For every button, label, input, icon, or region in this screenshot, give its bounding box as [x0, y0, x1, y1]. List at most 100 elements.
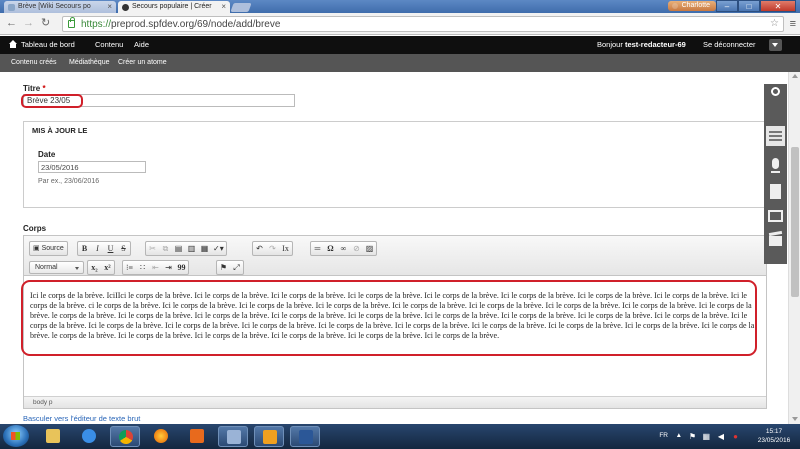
numbered-list-icon[interactable]: ⁝≡: [123, 261, 136, 274]
editor-body[interactable]: Ici le corps de la brève. IciIIci le cor…: [30, 291, 758, 341]
maximize-button[interactable]: □: [738, 0, 760, 12]
flag-icon[interactable]: ⚑: [217, 261, 230, 274]
minimize-button[interactable]: –: [716, 0, 738, 12]
underline-button[interactable]: U: [104, 242, 117, 255]
rich-text-editor: ▣ Source B I U S ✂ ⧉ ▤ ▥ ▦ ✓▾ ↶ ↷ Ix ═ Ω…: [23, 235, 767, 409]
browser-user-badge[interactable]: Charlotte: [667, 1, 716, 11]
taskbar-chrome[interactable]: [110, 426, 140, 447]
scroll-down-icon[interactable]: [792, 417, 798, 421]
back-arrow-icon[interactable]: ←: [6, 17, 17, 29]
media-player-icon: [190, 429, 204, 443]
side-tools-panel: [764, 84, 787, 264]
insert-group: ═ Ω ∞ ⊘ ▨: [310, 241, 377, 256]
indent-icon[interactable]: ⇥: [162, 261, 175, 274]
redo-icon[interactable]: ↷: [266, 242, 279, 255]
outlook-icon: [263, 430, 277, 444]
italic-button[interactable]: I: [91, 242, 104, 255]
source-button[interactable]: ▣ Source: [30, 242, 67, 255]
browser-tab-strip: Brève [Wiki Secours po × Secours populai…: [0, 0, 800, 13]
taskbar-firefox[interactable]: [146, 426, 176, 447]
source-group: ▣ Source: [29, 241, 68, 256]
fieldset-legend: MIS À JOUR LE: [32, 126, 88, 135]
tray-expand-icon[interactable]: ▲: [676, 432, 682, 439]
maximize-icon[interactable]: ⤢: [230, 261, 243, 274]
body-label: Corps: [23, 224, 47, 233]
close-window-button[interactable]: ✕: [760, 0, 796, 12]
address-bar[interactable]: https://preprod.spfdev.org/69/node/add/b…: [62, 16, 784, 32]
list-view-icon[interactable]: [766, 126, 785, 146]
elements-path: body p: [24, 396, 766, 408]
shortcut-create-atom[interactable]: Créer un atome: [118, 57, 167, 69]
title-input[interactable]: [23, 94, 295, 107]
switch-plain-text-link[interactable]: Basculer vers l'éditeur de texte brut: [23, 414, 140, 423]
start-button[interactable]: [3, 425, 29, 447]
audio-mic-icon[interactable]: [766, 156, 785, 176]
scroll-thumb[interactable]: [791, 147, 799, 297]
chrome-menu-icon[interactable]: ≡: [790, 18, 796, 30]
volume-icon[interactable]: ◀: [718, 432, 724, 441]
copy-icon[interactable]: ⧉: [159, 242, 172, 255]
taskbar-app[interactable]: [218, 426, 248, 447]
url-path: preprod.spfdev.org/69/node/add/breve: [111, 19, 281, 30]
taskbar-outlook[interactable]: [254, 426, 284, 447]
scroll-up-icon[interactable]: [792, 74, 798, 78]
extra-group: ⚑ ⤢: [216, 260, 244, 275]
shortcut-content-created[interactable]: Contenu créés: [11, 57, 57, 69]
toggle-circle-icon[interactable]: [771, 87, 780, 96]
superscript-icon[interactable]: x²: [101, 261, 114, 274]
link-icon[interactable]: ∞: [337, 242, 350, 255]
clock[interactable]: 15:17 23/05/2016: [756, 427, 792, 445]
spellcheck-icon[interactable]: ✓▾: [211, 242, 226, 255]
shortcuts-toggle-button[interactable]: [769, 39, 782, 51]
paste-word-icon[interactable]: ▦: [198, 242, 211, 255]
strikethrough-button[interactable]: S: [117, 242, 130, 255]
video-clapper-icon[interactable]: [766, 230, 785, 250]
forward-arrow-icon[interactable]: →: [23, 17, 34, 29]
special-char-icon[interactable]: Ω: [324, 242, 337, 255]
new-tab-button[interactable]: [230, 3, 252, 12]
app-window-icon: [227, 430, 241, 444]
paste-text-icon[interactable]: ▥: [185, 242, 198, 255]
taskbar-media[interactable]: [182, 426, 212, 447]
greeting-prefix: Bonjour: [597, 40, 623, 49]
flag-tray-icon[interactable]: ⚑: [689, 432, 696, 441]
bullet-list-icon[interactable]: ∷: [136, 261, 149, 274]
tab-wiki-breve[interactable]: Brève [Wiki Secours po ×: [4, 1, 116, 13]
admin-link-dashboard[interactable]: Tableau de bord: [21, 39, 75, 51]
tab-secours-populaire[interactable]: Secours populaire | Créer ×: [118, 1, 230, 13]
image-icon[interactable]: ▨: [363, 242, 376, 255]
shortcut-media-library[interactable]: Médiathèque: [69, 57, 109, 69]
admin-link-help[interactable]: Aide: [134, 39, 149, 51]
network-icon[interactable]: ▦: [702, 432, 710, 441]
cut-icon[interactable]: ✂: [146, 242, 159, 255]
remove-format-icon[interactable]: Ix: [279, 242, 292, 255]
logout-link[interactable]: Se déconnecter: [703, 39, 756, 51]
bookmark-star-icon[interactable]: ☆: [770, 18, 779, 29]
reload-icon[interactable]: ↻: [41, 17, 50, 29]
close-tab-icon[interactable]: ×: [221, 1, 226, 13]
subscript-icon[interactable]: x₂: [88, 261, 101, 274]
title-label-text: Titre: [23, 84, 41, 93]
unlink-icon[interactable]: ⊘: [350, 242, 363, 255]
horizontal-rule-icon[interactable]: ═: [311, 242, 324, 255]
outdent-icon[interactable]: ⇤: [149, 261, 162, 274]
language-indicator[interactable]: FR: [659, 432, 668, 439]
home-icon[interactable]: [9, 40, 17, 48]
format-select[interactable]: Normal: [29, 261, 84, 274]
taskbar-ie[interactable]: [74, 426, 104, 447]
tab-label: Brève [Wiki Secours po: [18, 3, 91, 10]
bold-button[interactable]: B: [78, 242, 91, 255]
undo-icon[interactable]: ↶: [253, 242, 266, 255]
page-scrollbar[interactable]: [788, 72, 800, 424]
admin-link-content[interactable]: Contenu: [95, 39, 123, 51]
taskbar-explorer[interactable]: [38, 426, 68, 447]
paste-icon[interactable]: ▤: [172, 242, 185, 255]
alert-icon[interactable]: ●: [733, 432, 738, 441]
document-icon[interactable]: [766, 182, 785, 202]
taskbar-word[interactable]: [290, 426, 320, 447]
blockquote-icon[interactable]: 99: [175, 261, 188, 274]
close-tab-icon[interactable]: ×: [107, 1, 112, 13]
url-scheme: https://: [81, 19, 112, 30]
image-gallery-icon[interactable]: [766, 206, 785, 226]
date-input[interactable]: [38, 161, 146, 173]
